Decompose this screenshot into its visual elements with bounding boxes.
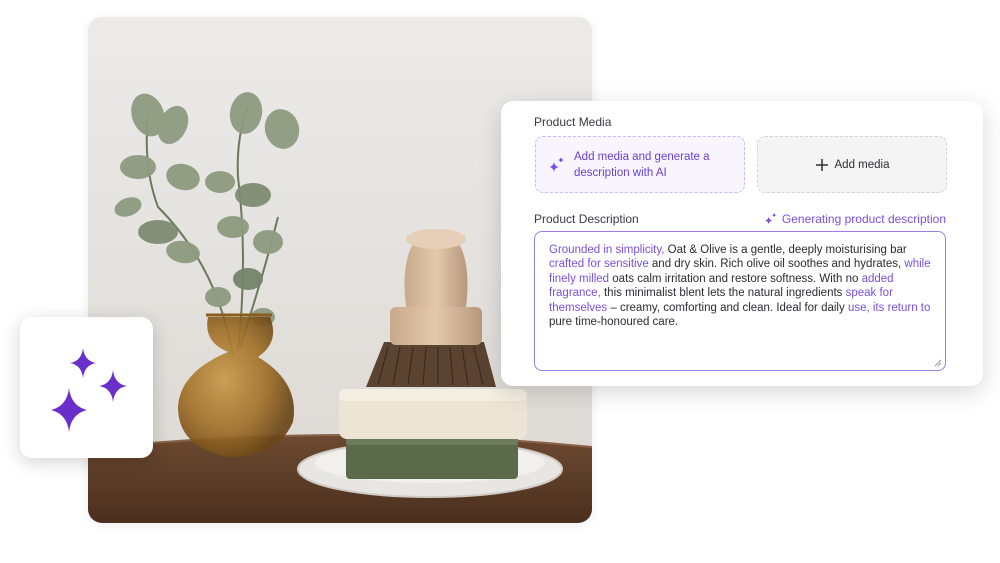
sparkles-icon xyxy=(549,156,564,172)
add-media-ai-label: Add media and generate a description wit… xyxy=(574,150,710,179)
generating-status-text: Generating product description xyxy=(781,212,946,226)
sparkles-icon xyxy=(50,347,127,432)
description-segment: pure time-honoured care. xyxy=(549,316,679,329)
add-media-label: Add media xyxy=(834,158,890,171)
product-form-panel: Product Media Add media and generate a d… xyxy=(501,101,983,386)
product-media-label: Product Media xyxy=(534,115,612,129)
product-description-label: Product Description xyxy=(534,212,639,226)
sparkles-icon xyxy=(764,212,777,225)
description-segment: crafted for sensitive xyxy=(549,258,652,271)
resize-grip-icon[interactable] xyxy=(932,357,942,367)
description-segment: oats calm irritation and restore softnes… xyxy=(612,272,862,285)
add-media-ai-button[interactable]: Add media and generate a description wit… xyxy=(535,136,745,193)
description-segment: this minimalist blent lets the natural i… xyxy=(603,287,846,300)
plus-icon xyxy=(815,158,828,171)
ai-sparkle-tile xyxy=(20,317,153,458)
description-segment: and dry skin. Rich olive oil soothes and… xyxy=(651,258,905,271)
description-segment: Grounded in simplicity, xyxy=(549,244,668,256)
add-media-button[interactable]: Add media xyxy=(757,136,947,193)
generating-status: Generating product description xyxy=(764,212,946,226)
product-description-textarea[interactable]: Grounded in simplicity, Oat & Olive is a… xyxy=(534,231,946,371)
description-segment: – creamy, comforting and clean. Ideal fo… xyxy=(610,301,848,314)
description-segment: Oat & Olive is a gentle, deeply moisturi… xyxy=(667,244,907,256)
description-segment: use, its return to xyxy=(847,301,931,314)
